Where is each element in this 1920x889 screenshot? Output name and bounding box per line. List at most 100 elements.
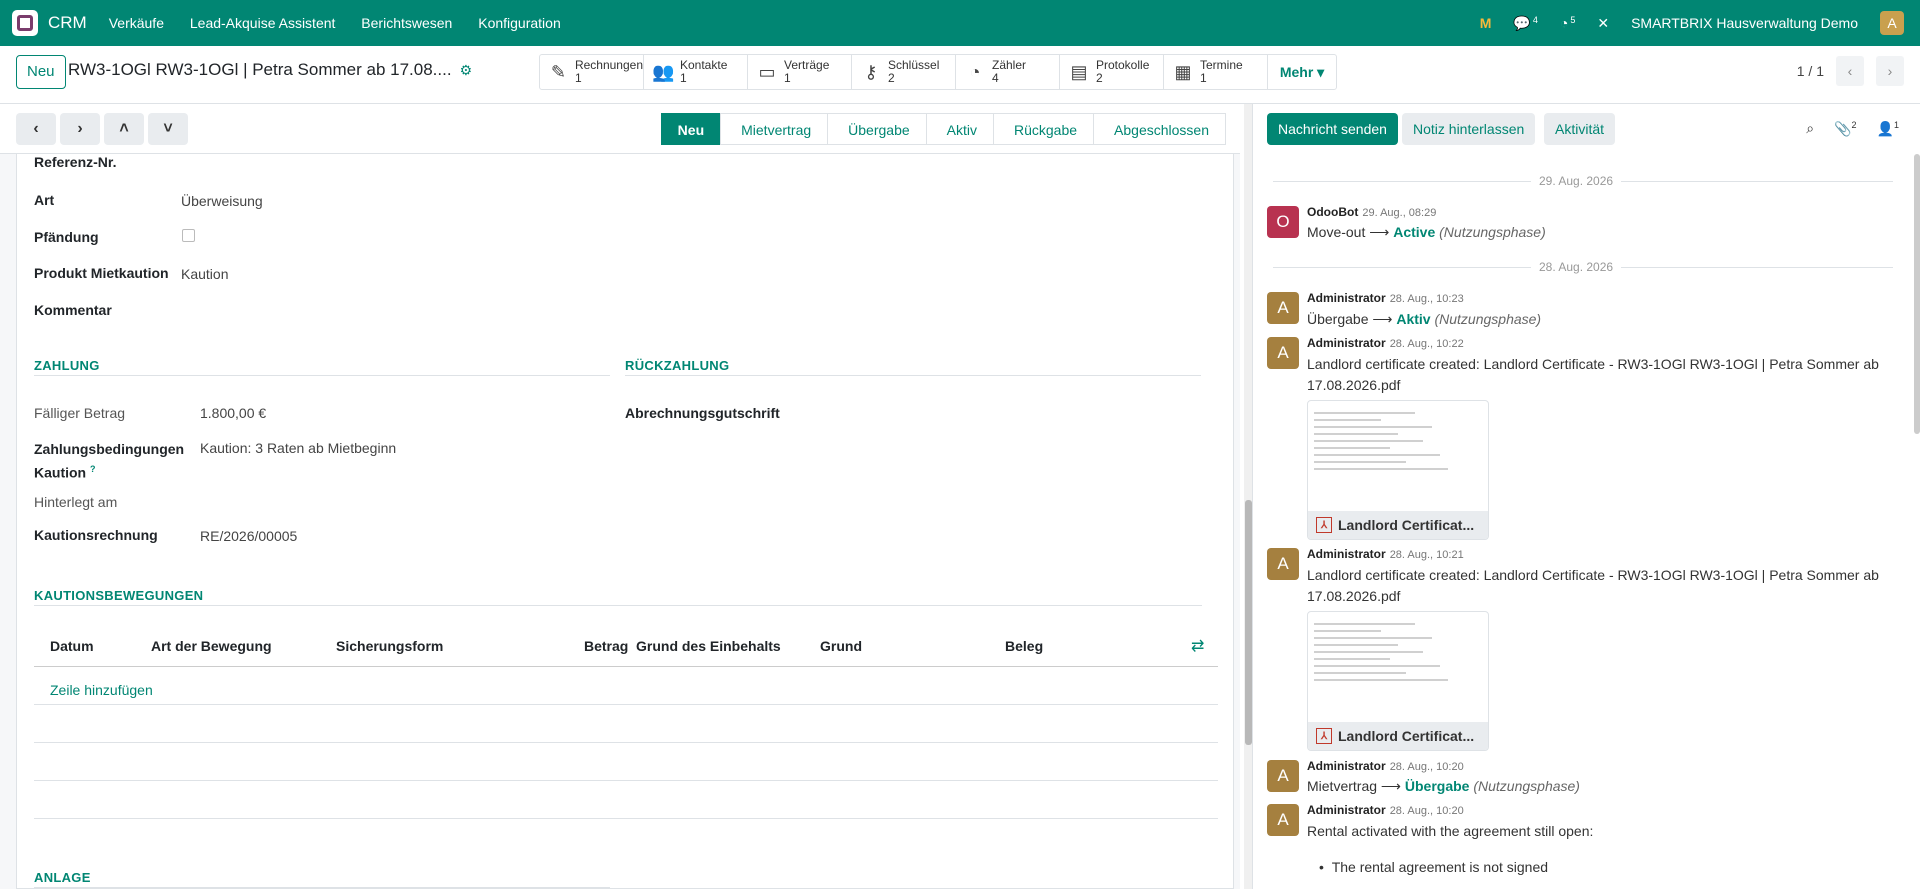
arrow-right-icon: ⟶ xyxy=(1372,311,1393,327)
smart-button-vertraege[interactable]: ▭ Verträge 1 xyxy=(748,55,852,89)
status-bar: Neu Mietvertrag Übergabe Aktiv Rückgabe … xyxy=(660,113,1226,145)
status-neu[interactable]: Neu xyxy=(660,113,722,145)
pager-next-button[interactable]: › xyxy=(1876,56,1904,86)
status-aktiv[interactable]: Aktiv xyxy=(925,113,994,145)
chatter: Nachricht senden Notiz hinterlassen Akti… xyxy=(1252,104,1920,889)
status-uebergabe[interactable]: Übergabe xyxy=(827,113,927,145)
divider xyxy=(34,375,610,376)
avatar[interactable]: A xyxy=(1267,548,1299,580)
files-icon: ▤ xyxy=(1070,61,1088,82)
pager: 1 / 1 ‹ › xyxy=(1797,56,1904,86)
invoice-icon: ✎ xyxy=(550,61,567,82)
menu-konfiguration[interactable]: Konfiguration xyxy=(478,15,561,31)
column-grund[interactable]: Grund xyxy=(820,638,862,654)
company-name[interactable]: SMARTBRIX Hausverwaltung Demo xyxy=(1631,15,1858,31)
produkt-field[interactable]: Kaution xyxy=(181,266,228,282)
tracking-message: Übergabe ⟶ Aktiv (Nutzungsphase) xyxy=(1307,311,1542,327)
nav-right-button[interactable]: › xyxy=(60,113,100,145)
menu-lead-akquise[interactable]: Lead-Akquise Assistent xyxy=(190,15,336,31)
column-beleg[interactable]: Beleg xyxy=(1005,638,1043,654)
produkt-label: Produkt Mietkaution xyxy=(34,265,169,281)
faellig-field[interactable]: 1.800,00 € xyxy=(200,405,266,421)
smart-button-termine[interactable]: ▦ Termine 1 xyxy=(1164,55,1268,89)
search-icon[interactable]: ⌕ xyxy=(1806,120,1814,138)
arrow-right-icon: ⟶ xyxy=(1369,224,1390,240)
smart-button-rechnungen[interactable]: ✎ Rechnungen 1 xyxy=(540,55,644,89)
menu-berichtswesen[interactable]: Berichtswesen xyxy=(361,15,452,31)
status-mietvertrag[interactable]: Mietvertrag xyxy=(720,113,829,145)
pager-previous-button[interactable]: ‹ xyxy=(1836,56,1864,86)
smart-button-kontakte[interactable]: 👥 Kontakte 1 xyxy=(644,55,748,89)
zahlungsbedingungen-field[interactable]: Kaution: 3 Raten ab Mietbeginn xyxy=(200,440,396,456)
nav-up-button[interactable]: ˄ xyxy=(104,113,144,145)
chatter-scrollbar[interactable] xyxy=(1914,154,1920,884)
app-name[interactable]: CRM xyxy=(48,13,87,33)
divider xyxy=(34,605,1202,606)
pdf-icon: ⅄ xyxy=(1316,517,1332,533)
smart-button-protokolle[interactable]: ▤ Protokolle 2 xyxy=(1060,55,1164,89)
art-field[interactable]: Überweisung xyxy=(181,193,263,209)
activity-button[interactable]: Aktivität xyxy=(1544,113,1616,145)
smart-button-zaehler[interactable]: ◔ Zähler 4 xyxy=(956,55,1060,89)
zahlungsbedingungen-label: Zahlungsbedingungen Kaution ? xyxy=(34,441,185,481)
avatar[interactable]: A xyxy=(1267,804,1299,836)
column-sicherungsform[interactable]: Sicherungsform xyxy=(336,638,443,654)
column-grund-einbehalt[interactable]: Grund des Einbehalts xyxy=(636,638,781,654)
form-statusbar: ‹ › ˄ ˅ Neu Mietvertrag Übergabe Aktiv R… xyxy=(0,104,1240,154)
column-datum[interactable]: Datum xyxy=(50,638,94,654)
table-row xyxy=(34,780,1218,781)
send-message-button[interactable]: Nachricht senden xyxy=(1267,113,1398,145)
menu-verkaeufe[interactable]: Verkäufe xyxy=(109,15,164,31)
column-betrag[interactable]: Betrag xyxy=(584,638,628,654)
add-line-link[interactable]: Zeile hinzufügen xyxy=(50,682,153,698)
caret-down-icon: ▾ xyxy=(1317,63,1325,80)
message-body: Landlord certificate created: Landlord C… xyxy=(1307,567,1879,604)
pager-value[interactable]: 1 / 1 xyxy=(1797,63,1824,79)
date-label: 29. Aug. 2026 xyxy=(1531,174,1622,188)
smart-button-schluessel[interactable]: ⚷ Schlüssel 2 xyxy=(852,55,956,89)
nav-left-button[interactable]: ‹ xyxy=(16,113,56,145)
pdf-attachment[interactable]: ⅄ Landlord Certificat... xyxy=(1307,611,1489,751)
log-note-button[interactable]: Notiz hinterlassen xyxy=(1402,113,1536,145)
chat-icon[interactable]: 💬 4 xyxy=(1513,15,1537,32)
gear-icon[interactable]: ⚙ xyxy=(460,62,473,78)
tools-icon[interactable]: ✕ xyxy=(1597,15,1609,32)
help-tooltip[interactable]: ? xyxy=(90,464,96,474)
user-avatar[interactable]: A xyxy=(1880,11,1904,35)
more-button[interactable]: Mehr ▾ xyxy=(1268,55,1336,89)
pfaendung-checkbox[interactable] xyxy=(182,229,195,242)
pdf-attachment[interactable]: ⅄ Landlord Certificat... xyxy=(1307,400,1489,540)
status-rueckgabe[interactable]: Rückgabe xyxy=(993,113,1095,145)
attachment-preview xyxy=(1314,618,1482,718)
column-art[interactable]: Art der Bewegung xyxy=(151,638,272,654)
follower-icon[interactable]: 👤1 xyxy=(1877,120,1899,138)
kommentar-label: Kommentar xyxy=(34,302,112,318)
activity-icon[interactable]: ◔ 5 xyxy=(1560,15,1575,31)
divider xyxy=(625,375,1201,376)
attachment-footer: ⅄ Landlord Certificat... xyxy=(1308,722,1488,750)
status-abgeschlossen[interactable]: Abgeschlossen xyxy=(1093,113,1226,145)
avatar[interactable]: A xyxy=(1267,760,1299,792)
avatar[interactable]: A xyxy=(1267,337,1299,369)
attachment-icon[interactable]: 📎2 xyxy=(1834,120,1856,138)
systray: M 💬 4 ◔ 5 ✕ SMARTBRIX Hausverwaltung Demo … xyxy=(1480,0,1904,46)
avatar[interactable]: A xyxy=(1267,292,1299,324)
new-button[interactable]: Neu xyxy=(16,55,66,89)
top-navbar: CRM Verkäufe Lead-Akquise Assistent Beri… xyxy=(0,0,1920,46)
logo-icon[interactable]: M xyxy=(1480,15,1492,31)
form-scrollbar-thumb[interactable] xyxy=(1245,500,1252,745)
chatter-scrollbar-thumb[interactable] xyxy=(1914,154,1920,434)
avatar[interactable]: O xyxy=(1267,206,1299,238)
calendar-icon: ▦ xyxy=(1174,61,1192,82)
contacts-icon: 👥 xyxy=(652,61,675,82)
app-icon[interactable] xyxy=(12,10,38,36)
optional-columns-icon[interactable]: ⇄ xyxy=(1191,636,1204,656)
gauge-icon: ◔ xyxy=(969,61,981,82)
ref-label: Referenz-Nr. xyxy=(34,154,117,170)
form-scrollbar[interactable] xyxy=(1244,104,1252,889)
message-body: Landlord certificate created: Landlord C… xyxy=(1307,356,1879,393)
kautionsrechnung-field[interactable]: RE/2026/00005 xyxy=(200,528,297,544)
nav-down-button[interactable]: ˅ xyxy=(148,113,188,145)
top-menu: Verkäufe Lead-Akquise Assistent Berichts… xyxy=(109,15,583,31)
abrechnung-label: Abrechnungsgutschrift xyxy=(625,405,780,421)
